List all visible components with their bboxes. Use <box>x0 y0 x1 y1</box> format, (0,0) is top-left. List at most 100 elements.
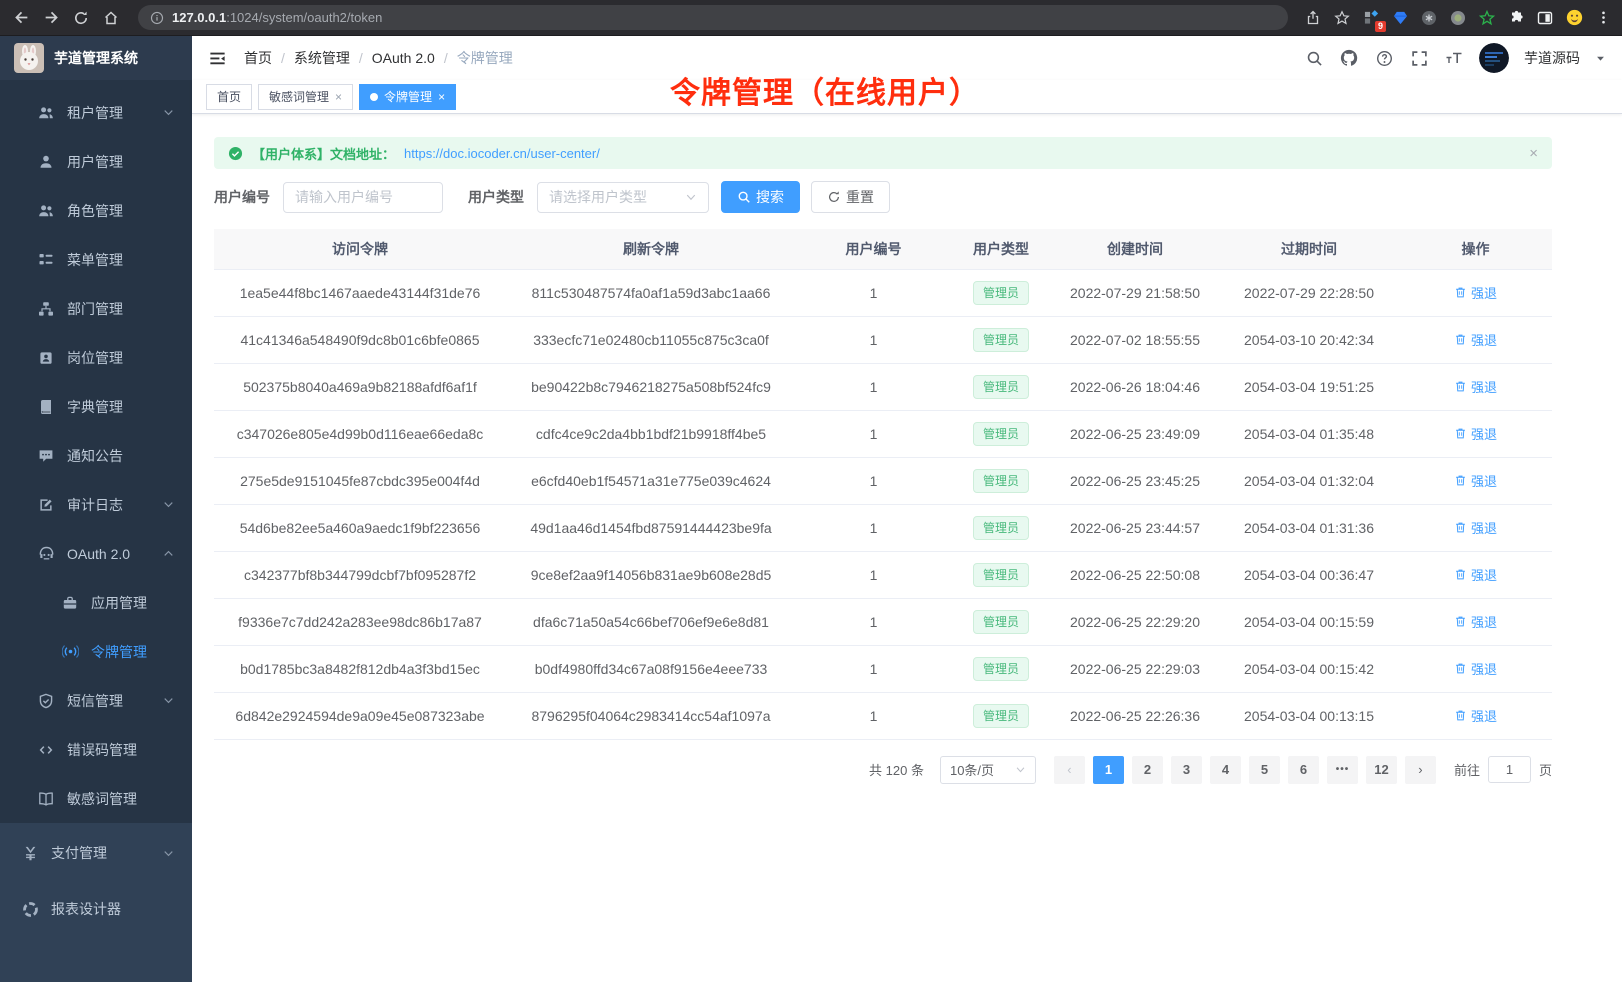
force-logout-button[interactable]: 强退 <box>1454 424 1497 443</box>
back-icon[interactable] <box>10 7 32 29</box>
sidebar-item-pay[interactable]: 支付管理 <box>0 825 192 881</box>
search-button[interactable]: 搜索 <box>721 181 800 213</box>
help-icon[interactable] <box>1374 48 1394 68</box>
font-size-icon[interactable] <box>1444 48 1464 68</box>
search-icon[interactable] <box>1304 48 1324 68</box>
cell-create-time: 2022-06-25 22:50:08 <box>1051 551 1219 598</box>
address-bar[interactable]: 127.0.0.1:1024/system/oauth2/token <box>138 5 1288 30</box>
site-info-icon[interactable] <box>150 11 164 25</box>
force-logout-button[interactable]: 强退 <box>1454 612 1497 631</box>
user-type-placeholder: 请选择用户类型 <box>549 187 647 207</box>
reload-icon[interactable] <box>70 7 92 29</box>
doc-link[interactable]: https://doc.iocoder.cn/user-center/ <box>404 146 600 161</box>
cell-user-id: 1 <box>796 692 951 739</box>
sidebar-item-menu[interactable]: 菜单管理 <box>0 235 192 284</box>
column-header: 过期时间 <box>1219 229 1399 269</box>
pager-next-button[interactable]: › <box>1405 756 1436 784</box>
force-logout-label: 强退 <box>1471 471 1497 490</box>
pager-page-2[interactable]: 2 <box>1132 756 1163 784</box>
forward-icon[interactable] <box>40 7 62 29</box>
sidebar-item-oauth2-application[interactable]: 应用管理 <box>0 578 192 627</box>
puzzle-extensions-icon[interactable] <box>1507 9 1525 27</box>
force-logout-button[interactable]: 强退 <box>1454 471 1497 490</box>
sidebar-item-dept[interactable]: 部门管理 <box>0 284 192 333</box>
sidebar-item-tenant[interactable]: 租户管理 <box>0 88 192 137</box>
reset-button[interactable]: 重置 <box>811 181 890 213</box>
column-header: 用户编号 <box>796 229 951 269</box>
browser-menu-icon[interactable] <box>1594 9 1612 27</box>
sidebar-item-notice[interactable]: 通知公告 <box>0 431 192 480</box>
sidebar-item-oauth2[interactable]: OAuth 2.0 <box>0 529 192 578</box>
pager-page-5[interactable]: 5 <box>1249 756 1280 784</box>
tab-home[interactable]: 首页 <box>206 84 252 110</box>
command-extension-icon[interactable] <box>1420 9 1438 27</box>
sidebar-item-post[interactable]: 岗位管理 <box>0 333 192 382</box>
sidebar-item-role[interactable]: 角色管理 <box>0 186 192 235</box>
sidebar-item-sms[interactable]: 短信管理 <box>0 676 192 725</box>
pager-ellipsis[interactable]: ••• <box>1327 756 1358 784</box>
pager-page-6[interactable]: 6 <box>1288 756 1319 784</box>
sidebar-menu: 租户管理用户管理角色管理菜单管理部门管理岗位管理字典管理通知公告审计日志OAut… <box>0 80 192 823</box>
pager-page-12[interactable]: 12 <box>1366 756 1397 784</box>
extension-blocks-icon[interactable]: 9 <box>1362 9 1380 27</box>
github-icon[interactable] <box>1339 48 1359 68</box>
breadcrumb-item[interactable]: 首页 <box>244 48 272 68</box>
breadcrumb-item[interactable]: OAuth 2.0 <box>372 50 435 66</box>
sidebar-item-user[interactable]: 用户管理 <box>0 137 192 186</box>
hamburger-icon[interactable] <box>208 48 228 68</box>
sidebar-item-oauth2-token[interactable]: 令牌管理 <box>0 627 192 676</box>
pager-page-1[interactable]: 1 <box>1093 756 1124 784</box>
cell-expire-time: 2054-03-04 00:13:15 <box>1219 692 1399 739</box>
cell-user-type: 管理员 <box>951 269 1051 316</box>
goto-page-input[interactable] <box>1488 756 1531 783</box>
caret-down-icon[interactable] <box>1595 53 1606 64</box>
force-logout-button[interactable]: 强退 <box>1454 518 1497 537</box>
sidebar-item-dict[interactable]: 字典管理 <box>0 382 192 431</box>
gem-extension-icon[interactable] <box>1391 9 1409 27</box>
force-logout-button[interactable]: 强退 <box>1454 706 1497 725</box>
sidebar-item-sensitive-word[interactable]: 敏感词管理 <box>0 774 192 823</box>
pager-page-3[interactable]: 3 <box>1171 756 1202 784</box>
reset-button-label: 重置 <box>846 187 874 207</box>
close-icon[interactable]: × <box>1529 145 1538 162</box>
sidebar: 芋道管理系统 租户管理用户管理角色管理菜单管理部门管理岗位管理字典管理通知公告审… <box>0 36 192 982</box>
cell-user-id: 1 <box>796 269 951 316</box>
record-extension-icon[interactable] <box>1449 9 1467 27</box>
profile-avatar-icon[interactable] <box>1565 9 1583 27</box>
search-button-label: 搜索 <box>756 187 784 207</box>
star-extension-icon[interactable] <box>1478 9 1496 27</box>
sidebar-item-label: 菜单管理 <box>67 250 123 270</box>
goto-label: 前往 <box>1454 760 1480 779</box>
sidebar-item-report-designer[interactable]: 报表设计器 <box>0 881 192 937</box>
pager-page-4[interactable]: 4 <box>1210 756 1241 784</box>
close-icon[interactable]: × <box>438 90 445 104</box>
pager-prev-button[interactable]: ‹ <box>1054 756 1085 784</box>
force-logout-button[interactable]: 强退 <box>1454 283 1497 302</box>
column-header: 用户类型 <box>951 229 1051 269</box>
breadcrumb-item[interactable]: 系统管理 <box>294 48 350 68</box>
username[interactable]: 芋道源码 <box>1524 48 1580 68</box>
sidebar-item-audit-log[interactable]: 审计日志 <box>0 480 192 529</box>
force-logout-button[interactable]: 强退 <box>1454 330 1497 349</box>
close-icon[interactable]: × <box>335 90 342 104</box>
share-icon[interactable] <box>1304 9 1322 27</box>
bookmark-star-icon[interactable] <box>1333 9 1351 27</box>
page-size-select[interactable]: 10条/页 <box>940 756 1036 784</box>
force-logout-button[interactable]: 强退 <box>1454 659 1497 678</box>
sidebar-item-error-code[interactable]: 错误码管理 <box>0 725 192 774</box>
sidebar-item-label: 用户管理 <box>67 152 123 172</box>
user-avatar[interactable] <box>1479 43 1509 73</box>
split-view-icon[interactable] <box>1536 9 1554 27</box>
force-logout-button[interactable]: 强退 <box>1454 377 1497 396</box>
force-logout-button[interactable]: 强退 <box>1454 565 1497 584</box>
tab-sensitive-word[interactable]: 敏感词管理× <box>258 84 353 110</box>
brand-header[interactable]: 芋道管理系统 <box>0 36 192 80</box>
home-icon[interactable] <box>100 7 122 29</box>
cell-access-token: c342377bf8b344799dcbf7bf095287f2 <box>214 551 506 598</box>
chevron-down-icon <box>685 191 697 203</box>
user-id-input[interactable] <box>283 182 443 213</box>
sidebar-item-label: 支付管理 <box>51 843 107 863</box>
fullscreen-icon[interactable] <box>1409 48 1429 68</box>
tab-oauth2-token[interactable]: 令牌管理× <box>359 84 456 110</box>
user-type-select[interactable]: 请选择用户类型 <box>537 182 709 213</box>
